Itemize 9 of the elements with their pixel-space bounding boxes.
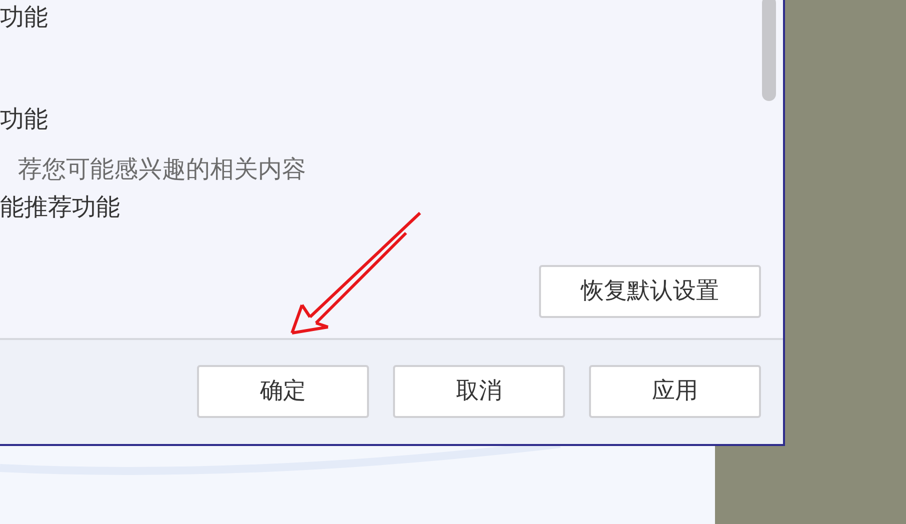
ok-button[interactable]: 确定: [197, 364, 369, 418]
setting-label: 功能: [0, 105, 48, 133]
setting-description: 荐您可能感兴趣的相关内容: [18, 155, 306, 183]
setting-label: 功能: [0, 3, 48, 31]
scrollbar-thumb[interactable]: [762, 0, 776, 101]
restore-defaults-button[interactable]: 恢复默认设置: [539, 265, 761, 318]
cancel-button[interactable]: 取消: [393, 364, 565, 418]
apply-button[interactable]: 应用: [589, 364, 761, 418]
setting-label: 能推荐功能: [0, 193, 120, 221]
